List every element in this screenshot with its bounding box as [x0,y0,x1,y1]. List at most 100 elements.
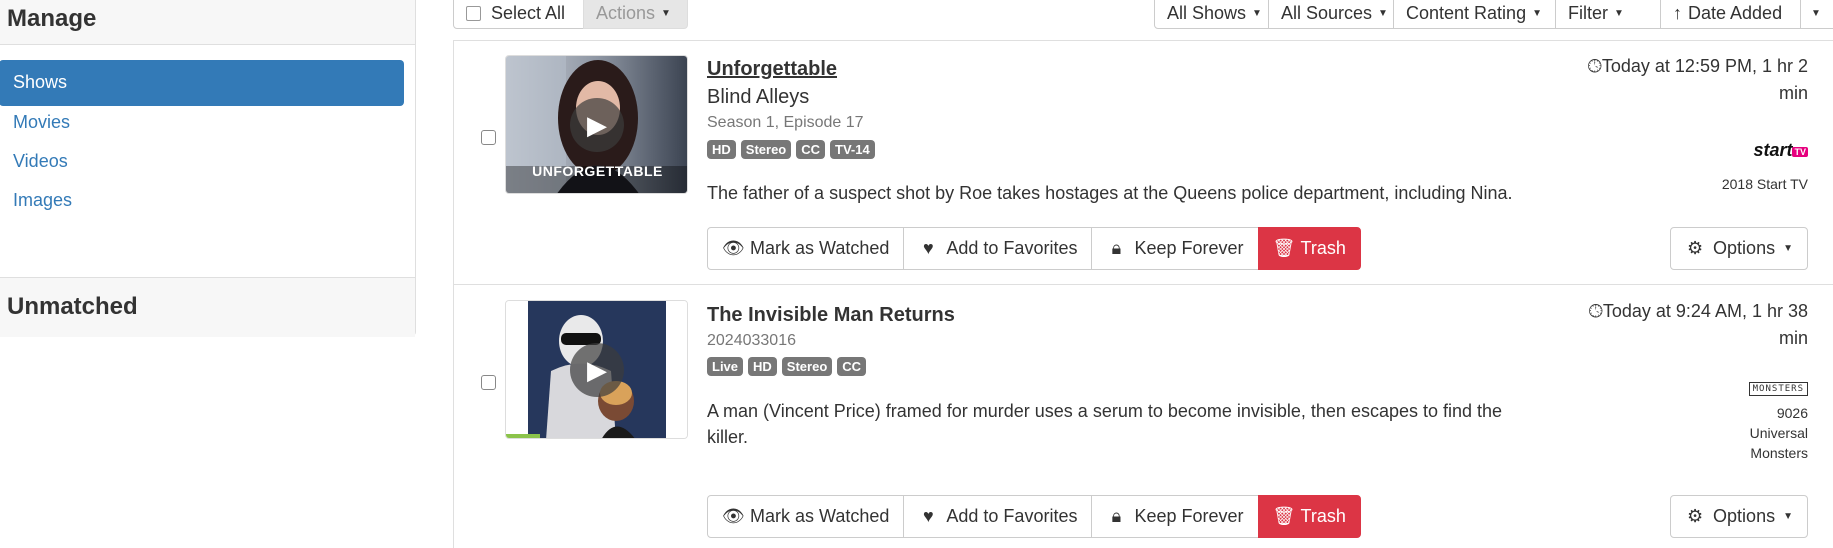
options-label: Options [1713,238,1776,258]
sidebar-item-images[interactable]: Images [0,178,404,224]
recording-title[interactable]: The Invisible Man Returns [707,304,955,327]
channel-logo-text: MONSTERS [1748,382,1808,396]
watch-progress-bar [506,434,541,438]
row-checkbox[interactable] [481,130,496,145]
sidebar: Manage Shows Movies Videos Images Unmatc… [0,0,416,337]
actions-label: Actions [596,3,656,23]
trash-label: Trash [1300,238,1346,258]
add-favorites-button[interactable]: ♥ Add to Favorites [903,495,1093,538]
actions-dropdown[interactable]: Actions ▼ [583,0,688,29]
sort-options-dropdown[interactable]: ▼ [1800,0,1833,29]
recording-actions: 👁 Mark as Watched ♥ Add to Favorites 🔒︎ … [707,227,1361,270]
options-dropdown[interactable]: ⚙ Options ▼ [1670,495,1808,538]
clock-icon: 🕓︎ [1587,56,1602,76]
add-favorites-button[interactable]: ♥ Add to Favorites [903,227,1093,270]
channel-logo-text: start [1753,140,1793,160]
channel-name: 9026 Universal Monsters [1749,405,1808,461]
trash-icon: 🗑︎ [1272,238,1296,258]
sidebar-header: Manage [0,0,415,45]
all-sources-label: All Sources [1281,3,1373,23]
play-icon[interactable]: ▶ [570,98,624,152]
badge-group: HD Stereo CC TV-14 [707,140,875,159]
keep-forever-button[interactable]: 🔒︎ Keep Forever [1091,495,1259,538]
channel-name: 2018 Start TV [1721,176,1808,192]
keep-forever-label: Keep Forever [1134,238,1244,258]
mark-watched-button[interactable]: 👁 Mark as Watched [707,495,905,538]
gear-icon: ⚙ [1686,238,1704,258]
keep-forever-button[interactable]: 🔒︎ Keep Forever [1091,227,1259,270]
select-all-checkbox[interactable] [466,6,481,21]
recording-thumbnail[interactable]: ▶ UNFORGETTABLE [505,55,688,194]
trash-button[interactable]: 🗑︎ Trash [1257,227,1361,270]
all-shows-dropdown[interactable]: All Shows ▼ [1154,0,1269,29]
filter-label: Filter [1568,3,1608,23]
lock-icon: 🔒︎ [1111,238,1122,258]
caret-down-icon: ▼ [1532,8,1542,19]
caret-down-icon: ▼ [1783,511,1793,522]
heart-icon: ♥ [923,506,934,526]
clock-icon: 🕓︎ [1588,301,1603,321]
trash-label: Trash [1300,506,1346,526]
recording-time: 🕓︎Today at 9:24 AM, 1 hr 38 min [1578,298,1808,352]
recording-time-text: Today at 9:24 AM, 1 hr 38 min [1602,301,1808,348]
filter-dropdown[interactable]: Filter ▼ [1555,0,1661,29]
badge-group: Live HD Stereo CC [707,357,867,376]
badge-hd: HD [707,140,736,159]
start-tv-logo: start TV [1753,140,1808,161]
select-all-label: Select All [491,3,566,23]
monsters-logo: MONSTERS [1748,378,1808,396]
recording-thumbnail[interactable]: ▶ [505,300,688,439]
badge-cc: CC [796,140,826,159]
row-divider [453,284,1833,285]
eye-icon: 👁 [722,506,745,526]
episode-meta: Season 1, Episode 17 [707,114,864,131]
options-label: Options [1713,506,1776,526]
mark-watched-button[interactable]: 👁 Mark as Watched [707,227,905,270]
all-sources-dropdown[interactable]: All Sources ▼ [1268,0,1394,29]
badge-stereo: Stereo [781,357,833,376]
episode-title: Blind Alleys [707,86,810,108]
mark-watched-label: Mark as Watched [750,506,890,526]
badge-cc: CC [837,357,867,376]
caret-down-icon: ▼ [1811,8,1821,19]
sidebar-unmatched[interactable]: Unmatched [0,277,415,337]
date-added-label: Date Added [1688,3,1783,23]
trash-button[interactable]: 🗑︎ Trash [1257,495,1361,538]
keep-forever-label: Keep Forever [1134,506,1244,526]
content-rating-dropdown[interactable]: Content Rating ▼ [1393,0,1556,29]
lock-icon: 🔒︎ [1111,506,1122,526]
badge-live: Live [707,357,744,376]
recording-description: A man (Vincent Price) framed for murder … [707,401,1503,447]
episode-meta: 2024033016 [707,332,796,349]
all-shows-label: All Shows [1167,3,1247,23]
thumbnail-caption: UNFORGETTABLE [532,163,663,179]
badge-stereo: Stereo [740,140,792,159]
caret-down-icon: ▼ [1378,8,1388,19]
recording-actions: 👁 Mark as Watched ♥ Add to Favorites 🔒︎ … [707,495,1361,538]
caret-down-icon: ▼ [661,8,671,19]
recording-time: 🕓︎Today at 12:59 PM, 1 hr 2 min [1578,53,1808,107]
options-dropdown[interactable]: ⚙ Options ▼ [1670,227,1808,270]
recording-description: The father of a suspect shot by Roe take… [707,183,1513,203]
gear-icon: ⚙ [1686,506,1704,526]
caret-down-icon: ▼ [1783,243,1793,254]
heart-icon: ♥ [923,238,934,258]
play-icon[interactable]: ▶ [570,343,624,397]
sort-date-added-button[interactable]: ↑ Date Added [1660,0,1801,29]
badge-hd: HD [748,357,777,376]
caret-down-icon: ▼ [1614,8,1624,19]
content-rating-label: Content Rating [1406,3,1527,23]
row-checkbox[interactable] [481,375,496,390]
select-all-button[interactable]: Select All [453,0,584,29]
caret-down-icon: ▼ [1252,8,1262,19]
recording-title[interactable]: Unforgettable [707,58,837,81]
recording-time-text: Today at 12:59 PM, 1 hr 2 min [1601,56,1808,103]
mark-watched-label: Mark as Watched [750,238,890,258]
eye-icon: 👁 [722,238,745,258]
channel-logo-suffix: TV [1792,146,1808,157]
badge-rating: TV-14 [830,140,875,159]
trash-icon: 🗑︎ [1272,506,1296,526]
arrow-up-icon: ↑ [1673,3,1682,23]
add-favorites-label: Add to Favorites [946,238,1078,258]
add-favorites-label: Add to Favorites [946,506,1078,526]
